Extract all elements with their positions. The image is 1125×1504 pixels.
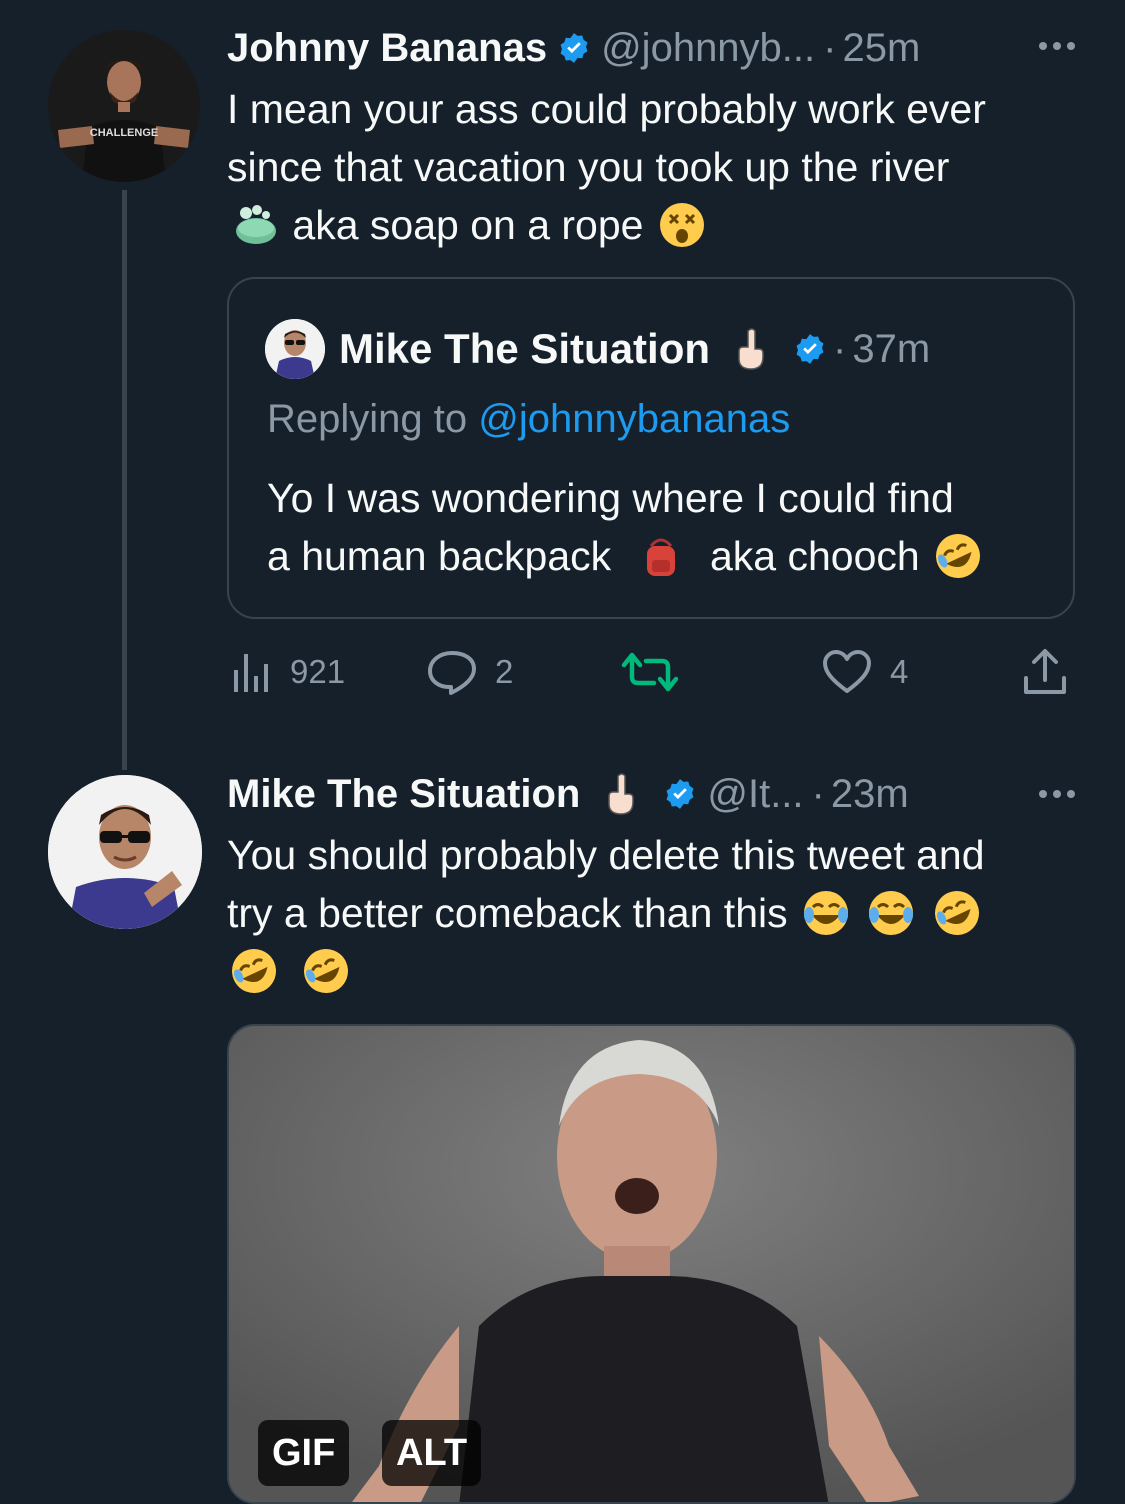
rolling-on-floor-laughing-emoji-icon [232,949,276,993]
tweet2-line2-text: try a better comeback than this [227,890,788,936]
reply-action[interactable]: 2 [427,645,513,699]
separator-dot: · [823,25,837,70]
backpack-emoji-icon [646,538,675,576]
rolling-on-floor-laughing-emoji-icon [936,534,981,578]
soap-emoji-icon [236,205,276,244]
tweet1-action-bar: 921 2 4 [232,645,1072,699]
verified-badge-icon [796,334,824,364]
tweet2-timestamp[interactable]: 23m [831,772,909,817]
dizzy-face-emoji-icon [659,203,704,247]
alt-text-button[interactable]: ALT [382,1420,482,1486]
quoted-line2-part1: a human backpack [267,533,612,579]
tweet2-more-options-icon[interactable] [1039,770,1075,818]
quoted-author-name[interactable]: Mike The Situation [339,325,710,373]
tweet1-timestamp[interactable]: 25m [842,26,920,71]
reply-count: 2 [495,653,514,690]
tweet1-header: Johnny Bananas @johnnyb... · 25m [227,24,920,72]
separator-dot: · [833,326,847,371]
share-upload-icon [1024,649,1066,694]
quoted-tweet-timestamp[interactable]: 37m [852,327,930,372]
verified-badge-icon [560,33,588,63]
thread-connector-line [122,190,127,770]
face-with-tears-of-joy-emoji-icon [869,891,914,935]
views-count: 921 [290,653,346,690]
tweet2-header: Mike The Situation @It... · 23m [227,770,909,818]
tweet1-line3-text: aka soap on a rope [292,202,644,248]
tweet1-line2: since that vacation you took up the rive… [227,144,950,190]
tweet2-line2: try a better comeback than this [227,884,985,942]
views-analytics-icon [234,654,268,692]
views-action[interactable]: 921 [232,645,345,699]
replying-to-prefix: Replying to [267,397,479,441]
quoted-line2-part2: aka chooch [709,533,920,579]
tweet1-line3: aka soap on a rope [227,196,986,254]
tweet2-author-name[interactable]: Mike The Situation [227,772,580,817]
heart-like-icon [823,650,871,693]
share-action[interactable] [1022,645,1068,699]
verified-badge-icon [666,779,694,809]
separator-dot: · [811,771,825,816]
quoted-tweet-header: Mike The Situation · 37m [339,323,930,375]
like-count: 4 [890,653,909,690]
svg-text:CHALLENGE: CHALLENGE [90,127,158,139]
tweet1-handle[interactable]: @johnnyb... [601,26,815,71]
retweet-action[interactable] [620,645,698,699]
johnny-bananas-avatar[interactable]: CHALLENGE [48,30,200,182]
rolling-on-floor-laughing-emoji-icon [304,949,349,993]
reply-bubble-icon [428,651,476,695]
face-with-tears-of-joy-emoji-icon [804,891,849,935]
mike-the-situation-avatar[interactable] [48,775,202,929]
retweet-icon [621,652,679,692]
quoted-author-avatar [265,319,325,379]
quoted-tweet-card[interactable]: Mike The Situation · 37m Replying to @jo… [227,277,1075,619]
tweet1-text: I mean your ass could probably work ever… [227,80,986,254]
rolling-on-floor-laughing-emoji-icon [934,891,979,935]
tweet1-author-name[interactable]: Johnny Bananas [227,26,547,71]
tweet1-line1: I mean your ass could probably work ever [227,86,986,132]
quoted-tweet-text: Yo I was wondering where I could find a … [267,469,985,585]
quoted-line1: Yo I was wondering where I could find [267,475,954,521]
quoted-line2: a human backpack aka chooch [267,527,985,585]
replying-to-handle-link[interactable]: @johnnybananas [478,397,790,441]
index-pointing-up-emoji-icon [608,773,635,815]
tweet2-handle[interactable]: @It... [707,772,803,817]
tweet2-line3 [227,942,985,1000]
like-action[interactable]: 4 [822,645,908,699]
gif-person-image [229,1026,1074,1502]
index-pointing-up-emoji-icon [738,328,764,370]
replying-to-line: Replying to @johnnybananas [267,397,790,442]
tweet2-text: You should probably delete this tweet an… [227,826,985,1000]
gif-badge: GIF [258,1420,350,1486]
tweet2-line1: You should probably delete this tweet an… [227,832,985,878]
tweet1-more-options-icon[interactable] [1039,22,1075,70]
tweet2-gif-media[interactable]: GIF ALT [227,1024,1076,1504]
